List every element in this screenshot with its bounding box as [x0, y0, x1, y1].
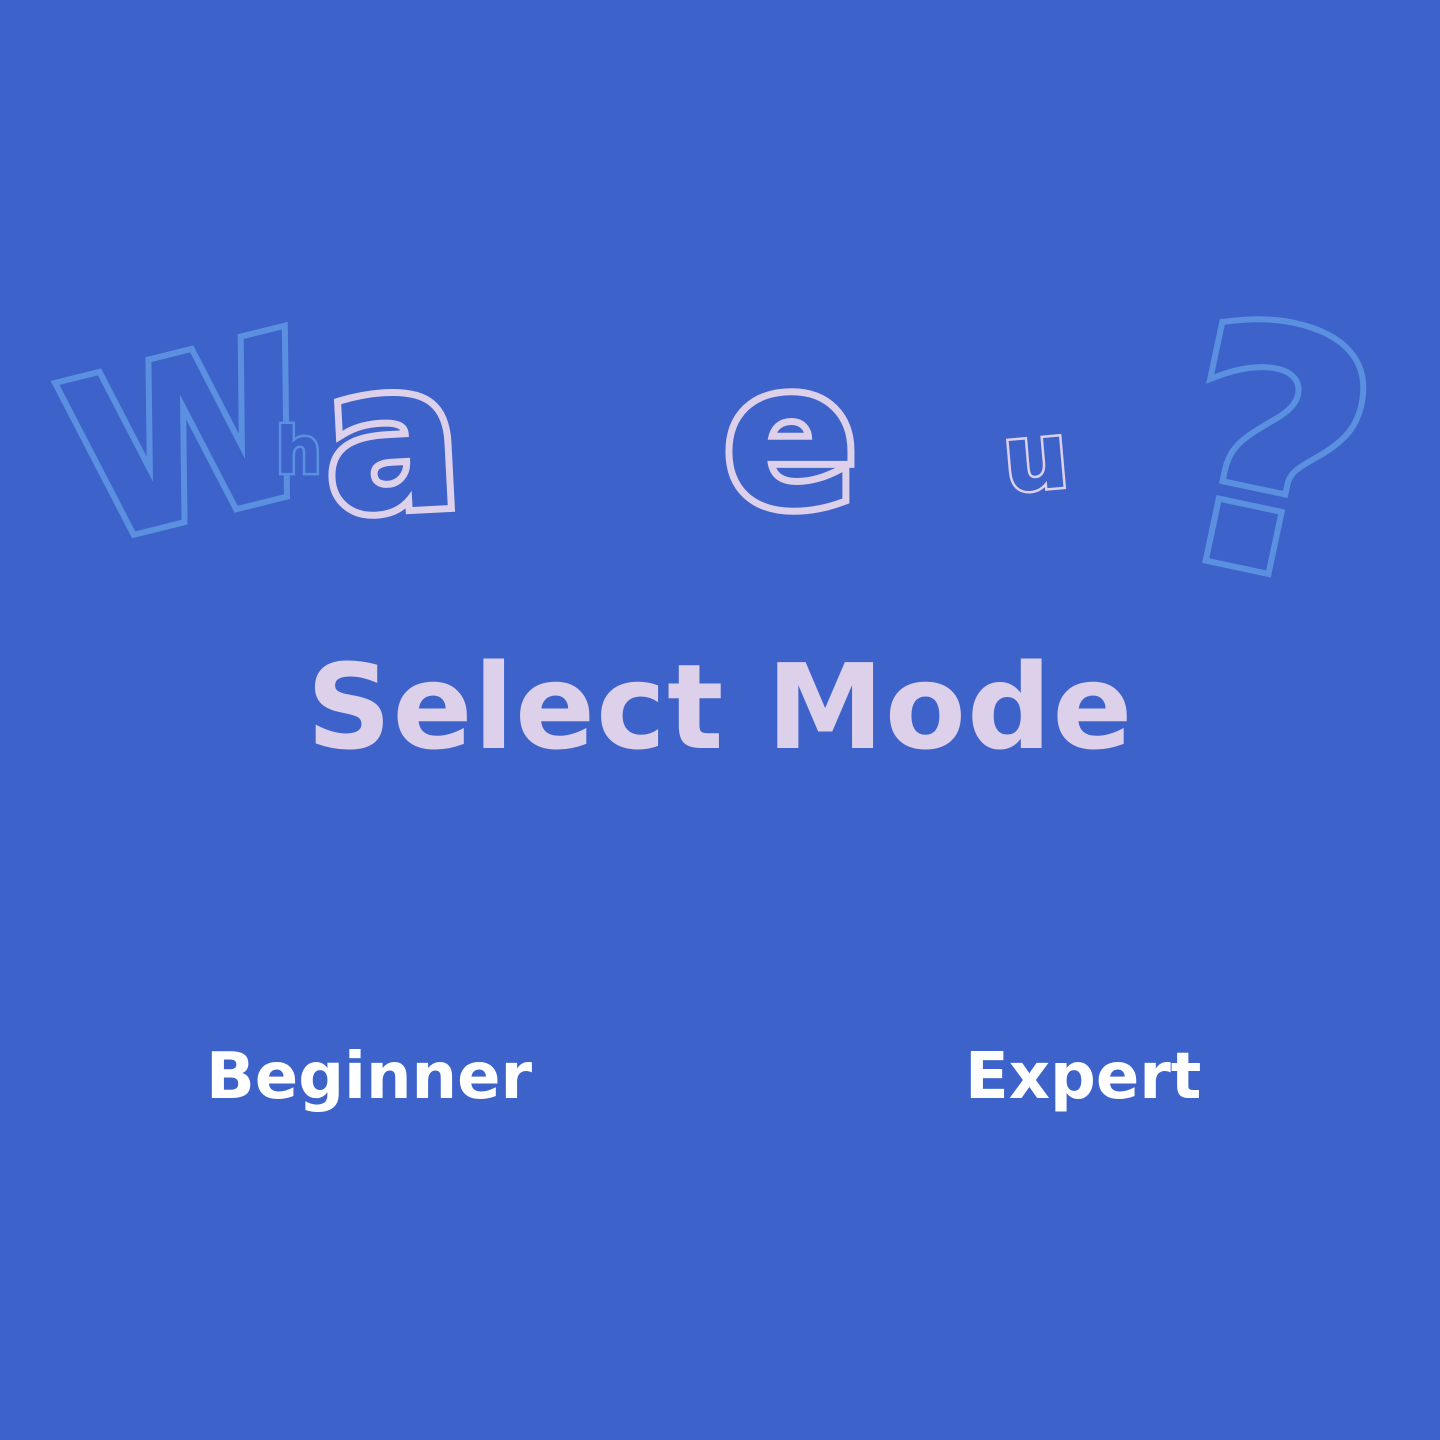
logo-letter-u: u — [996, 399, 1076, 516]
page-title: Select Mode — [306, 638, 1134, 776]
logo-question-mark: ? — [1132, 241, 1411, 668]
logo-letter-a: a — [312, 313, 469, 567]
logo-letter-e: e — [717, 324, 864, 552]
logo-letter-h: h — [274, 415, 325, 489]
expert-mode-button[interactable]: Expert — [965, 1045, 1201, 1109]
beginner-mode-button[interactable]: Beginner — [206, 1045, 532, 1109]
